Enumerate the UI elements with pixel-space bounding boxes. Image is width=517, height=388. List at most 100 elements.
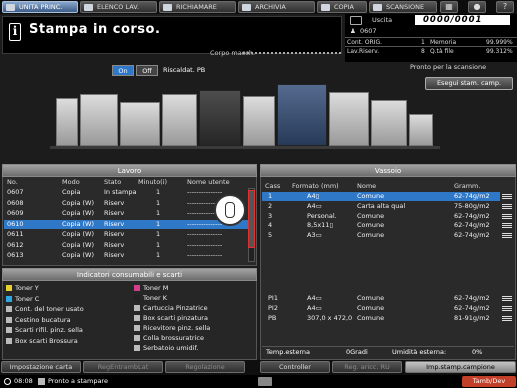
lavoro-row[interactable]: 0607 Copia In stampa 1 ---------------	[4, 188, 248, 197]
lavoro-row[interactable]: 0612 Copia (W) Riserv 1 ---------------	[4, 241, 248, 250]
machine-main-unit	[277, 84, 327, 146]
list-icon	[84, 4, 93, 11]
clock-icon	[4, 378, 11, 385]
temp-label: Temp.esterna	[266, 348, 310, 356]
lavoro-header-row: No. Modo Stato Minuto(i) Nome utente	[7, 178, 230, 186]
paper-level-icon	[502, 213, 512, 219]
vassoio-row[interactable]: 5 A3▭ Comune 62-74g/m2	[262, 231, 512, 240]
vassoio-row[interactable]: 3 Personal. Comune 62-74g/m2	[262, 212, 512, 221]
keyboard-icon[interactable]	[258, 377, 272, 386]
printer-ready-icon	[38, 378, 45, 385]
grid-icon[interactable]: ▦	[440, 1, 458, 13]
consumable-indicator: Toner M	[134, 284, 168, 292]
consumable-icon	[134, 325, 140, 331]
paper-level-icon	[502, 203, 512, 209]
consumable-icon	[6, 295, 12, 302]
machine-module-feeder	[56, 98, 78, 146]
status-line: 08:08 Pronto a stampare Tamb/Dev	[0, 375, 517, 388]
vassoio-row[interactable]: PI2 A4▭ Comune 62-74g/m2	[262, 304, 512, 313]
consumable-indicator: Cont. del toner usato	[6, 305, 84, 313]
machine-module	[80, 94, 118, 146]
consumable-indicator: Scarti rifil. pinz. sella	[6, 326, 83, 334]
vassoio-table: Cass Formato (mm) Nome Gramm. 1 A4▯ Comune…	[262, 182, 514, 358]
info-icon: i	[9, 23, 21, 41]
consumable-indicator: Toner C	[6, 295, 39, 303]
pronto-scansione-label: Pronto per la scansione	[410, 63, 487, 71]
vassoio-row[interactable]: 2 A4▭ Carta alta qual 75-80g/m2	[262, 202, 512, 211]
tab-elenco-lav[interactable]: ELENCO LAV.	[80, 1, 157, 13]
scan-icon	[373, 4, 382, 11]
bottom-tab[interactable]: Controller	[260, 361, 330, 373]
counter-row-2: Lav.Riserv. 8 Q.tà file 99.312%	[345, 46, 517, 55]
consumable-icon	[134, 335, 140, 341]
uscita-label: Uscita	[372, 16, 393, 24]
bottom-tab[interactable]: Reg. aricc. RU	[332, 361, 402, 373]
vassoio-row[interactable]: 4 8,5x11▯ Comune 62-74g/m2	[262, 221, 512, 230]
consumable-icon	[134, 295, 140, 301]
lavoro-row[interactable]: 0610 Copia (W) Riserv 1 ---------------	[4, 219, 248, 229]
copy-icon	[321, 4, 330, 11]
lavoro-table: No. Modo Stato Minuto(i) Nome utente 060…	[4, 178, 248, 263]
off-button[interactable]: Off	[136, 65, 158, 76]
bottom-tab[interactable]: Regolazione	[165, 361, 245, 373]
machine-module-output	[409, 114, 433, 146]
machine-module	[371, 100, 407, 146]
consumable-icon	[134, 315, 140, 321]
vassoio-row[interactable]: PI1 A4▭ Comune 62-74g/m2	[262, 294, 512, 303]
lavoro-row[interactable]: 0613 Copia (W) Riserv 1 ---------------	[4, 251, 248, 260]
umidita-value: 0%	[472, 348, 483, 356]
dot-icon[interactable]: ●	[468, 1, 486, 13]
consumable-icon	[134, 345, 140, 351]
consumable-icon	[6, 285, 12, 291]
tamb-dev-button[interactable]: Tamb/Dev	[462, 376, 516, 387]
umidita-label: Umidità esterna:	[392, 348, 447, 356]
tab-copia[interactable]: COPIA	[317, 1, 367, 13]
tab-scansione[interactable]: SCANSIONE	[369, 1, 437, 13]
vassoio-header-row: Cass Formato (mm) Nome Gramm.	[265, 182, 481, 190]
bottom-tab[interactable]: Imp.stamp.campione	[405, 361, 516, 373]
consumable-indicator: Colla brossuratrice	[134, 334, 204, 342]
consumable-icon	[134, 285, 140, 291]
consumable-indicator: Toner Y	[6, 284, 39, 292]
q-file-label: Q.tà file	[430, 48, 454, 55]
uscita-counter: 0000/0001	[415, 15, 510, 25]
paper-level-icon	[502, 233, 512, 239]
consumabili-panel	[2, 268, 257, 360]
output-tray-icon	[350, 16, 362, 25]
esegui-stampa-campione-button[interactable]: Esegui stam. camp.	[425, 77, 513, 90]
vassoio-title: Vassoio	[260, 164, 516, 177]
consumable-icon	[134, 305, 140, 311]
bottom-tab[interactable]: RegEntrambLat	[83, 361, 163, 373]
consumable-indicator: Serbatoio umidif.	[134, 344, 198, 352]
tab-archivia[interactable]: ARCHIVIA	[238, 1, 315, 13]
lavoro-row[interactable]: 0608 Copia (W) Riserv 1 ---------------	[4, 199, 248, 208]
vassoio-row[interactable]: 1 A4▯ Comune 62-74g/m2	[262, 192, 512, 201]
consumable-icon	[6, 327, 12, 333]
machine-module	[329, 92, 369, 146]
bottom-tab[interactable]: Impostazione carta	[1, 361, 81, 373]
lav-riserv-value: 8	[421, 48, 425, 55]
paper-level-icon	[502, 296, 512, 301]
consumable-icon	[6, 337, 12, 344]
consumable-indicator: Box scarti Brossura	[6, 337, 78, 345]
temp-value: 0Gradi	[346, 348, 368, 356]
tab-richiamare[interactable]: RICHIAMARE	[159, 1, 236, 13]
lavoro-row[interactable]: 0611 Copia (W) Riserv 1 ---------------	[4, 230, 248, 239]
consumable-indicator: Ricevitore pinz. sella	[134, 324, 210, 332]
help-icon[interactable]: ?	[496, 1, 514, 13]
on-button[interactable]: On	[112, 65, 134, 76]
ready-status: Pronto a stampare	[48, 377, 108, 385]
user-icon: ♟	[350, 27, 356, 35]
paper-level-icon	[502, 194, 512, 199]
tab-unita-princ[interactable]: UNITA PRINC.	[2, 1, 78, 13]
vassoio-row[interactable]: PB 307,0 x 472,0 Comune 81-91g/m2	[262, 314, 512, 323]
consumabili-title: Indicatori consumabili e scarti	[2, 268, 257, 281]
archive-icon	[242, 4, 251, 11]
machine-module	[120, 102, 160, 146]
current-user: 0607	[360, 27, 377, 35]
consumable-icon	[6, 316, 12, 323]
lavoro-scroll-thumb[interactable]	[248, 190, 255, 248]
lavoro-row[interactable]: 0609 Copia (W) Riserv 1 ---------------	[4, 209, 248, 218]
machine-module	[162, 94, 197, 146]
machine-floor	[50, 146, 440, 149]
